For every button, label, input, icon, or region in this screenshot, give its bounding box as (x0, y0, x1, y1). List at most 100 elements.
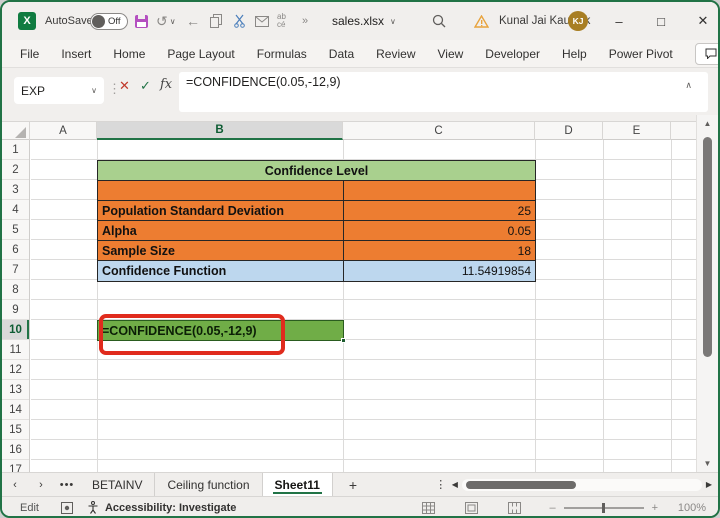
horizontal-scroll-thumb[interactable] (465, 480, 576, 489)
excel-logo-icon[interactable]: X (18, 2, 36, 40)
table-value-cell[interactable]: 25 (344, 201, 535, 220)
ribbon-tab-developer[interactable]: Developer (485, 42, 540, 66)
normal-view-icon[interactable] (422, 501, 436, 514)
zoom-level[interactable]: 100% (672, 502, 706, 514)
scroll-left-icon[interactable]: ◀ (452, 480, 458, 489)
row-header-2[interactable]: 2 (2, 160, 29, 180)
row-header-10[interactable]: 10 (2, 320, 29, 340)
save-icon[interactable] (135, 2, 148, 40)
maximize-button[interactable]: □ (646, 2, 676, 40)
ribbon-tab-view[interactable]: View (438, 42, 464, 66)
ribbon-tab-help[interactable]: Help (562, 42, 587, 66)
ribbon-tab-power-pivot[interactable]: Power Pivot (609, 42, 673, 66)
new-sheet-button[interactable]: + (333, 473, 373, 496)
ribbon-tab-review[interactable]: Review (376, 42, 415, 66)
table-value-cell[interactable] (344, 181, 535, 200)
column-header-a[interactable]: A (30, 122, 97, 140)
cells-grid[interactable]: Confidence Level Population Standard Dev… (31, 140, 696, 472)
table-row-5[interactable]: Confidence Function 11.54919854 (98, 261, 535, 281)
formula-input[interactable]: =CONFIDENCE(0.05,-12,9) ∧ (179, 72, 708, 112)
zoom-in-icon[interactable]: + (652, 502, 658, 514)
undo-icon[interactable]: ↺ ∨ (156, 2, 176, 40)
name-box[interactable]: EXP ∨ (14, 77, 104, 104)
table-row-1[interactable] (98, 181, 535, 201)
tab-options-icon[interactable]: ⋮ (434, 478, 448, 491)
copy-icon[interactable] (210, 2, 223, 40)
document-title[interactable]: sales.xlsx ∨ (332, 2, 396, 40)
select-all-corner[interactable] (2, 122, 30, 140)
zoom-slider-thumb[interactable] (601, 502, 605, 513)
column-header-b[interactable]: B (97, 122, 343, 140)
row-header-8[interactable]: 8 (2, 280, 29, 300)
close-button[interactable]: ✕ (688, 2, 718, 40)
zoom-out-icon[interactable]: – (549, 502, 555, 514)
table-label-cell[interactable] (98, 181, 344, 200)
table-label-cell[interactable]: Confidence Function (98, 261, 344, 281)
ribbon-tab-formulas[interactable]: Formulas (257, 42, 307, 66)
table-value-cell[interactable]: 11.54919854 (344, 261, 535, 281)
row-header-13[interactable]: 13 (2, 380, 29, 400)
scroll-down-icon[interactable]: ▼ (697, 459, 718, 468)
translate-icon[interactable]: ab cé (277, 2, 286, 40)
sheet-tab-betainv[interactable]: BETAINV (80, 473, 156, 496)
scroll-right-icon[interactable]: ▶ (706, 480, 712, 489)
ribbon-tab-home[interactable]: Home (113, 42, 145, 66)
row-header-9[interactable]: 9 (2, 300, 29, 320)
all-sheets-icon[interactable]: ••• (54, 473, 80, 496)
row-header-17[interactable]: 17 (2, 460, 29, 473)
sheet-tab-sheet11[interactable]: Sheet11 (262, 473, 333, 496)
vertical-scroll-thumb[interactable] (703, 137, 712, 357)
cut-icon[interactable] (233, 2, 246, 40)
row-header-7[interactable]: 7 (2, 260, 29, 280)
comments-button[interactable]: Comments (694, 42, 718, 65)
qat-overflow-icon[interactable]: » (302, 2, 308, 40)
fill-handle[interactable] (341, 338, 346, 343)
table-label-cell[interactable]: Population Standard Deviation (98, 201, 344, 220)
accessibility-icon[interactable] (87, 501, 99, 514)
table-row-3[interactable]: Alpha 0.05 (98, 221, 535, 241)
row-header-11[interactable]: 11 (2, 340, 29, 360)
table-label-cell[interactable]: Alpha (98, 221, 344, 240)
page-layout-view-icon[interactable] (465, 501, 479, 514)
search-icon[interactable] (432, 2, 446, 40)
column-header-c[interactable]: C (343, 122, 535, 140)
enter-icon[interactable]: ✓ (140, 78, 151, 94)
horizontal-scrollbar[interactable] (461, 478, 702, 491)
row-header-3[interactable]: 3 (2, 180, 29, 200)
vertical-scrollbar[interactable]: ▲ ▼ (696, 115, 718, 472)
ribbon-tab-insert[interactable]: Insert (61, 42, 91, 66)
table-row-2[interactable]: Population Standard Deviation 25 (98, 201, 535, 221)
back-icon[interactable]: ← (186, 2, 200, 40)
row-header-14[interactable]: 14 (2, 400, 29, 420)
sheet-tab-ceiling-function[interactable]: Ceiling function (155, 473, 263, 496)
column-header-e[interactable]: E (603, 122, 671, 140)
row-header-16[interactable]: 16 (2, 440, 29, 460)
table-title-cell[interactable]: Confidence Level (98, 161, 535, 181)
table-value-cell[interactable]: 18 (344, 241, 535, 260)
row-header-5[interactable]: 5 (2, 220, 29, 240)
warning-icon[interactable] (474, 2, 489, 40)
ribbon-tab-file[interactable]: File (20, 42, 39, 66)
table-label-cell[interactable]: Sample Size (98, 241, 344, 260)
row-header-12[interactable]: 12 (2, 360, 29, 380)
page-break-view-icon[interactable] (508, 501, 522, 514)
row-header-6[interactable]: 6 (2, 240, 29, 260)
row-header-15[interactable]: 15 (2, 420, 29, 440)
table-value-cell[interactable]: 0.05 (344, 221, 535, 240)
avatar[interactable]: KJ (568, 2, 588, 40)
collapse-formula-bar-icon[interactable]: ∧ (685, 80, 692, 91)
ribbon-tab-data[interactable]: Data (329, 42, 354, 66)
accessibility-status[interactable]: Accessibility: Investigate (105, 502, 236, 514)
minimize-button[interactable]: – (604, 2, 634, 40)
column-header-d[interactable]: D (535, 122, 603, 140)
mail-icon[interactable] (255, 2, 269, 40)
zoom-slider[interactable] (563, 502, 644, 513)
row-header-4[interactable]: 4 (2, 200, 29, 220)
ribbon-tab-page-layout[interactable]: Page Layout (167, 42, 234, 66)
next-sheet-icon[interactable]: › (28, 473, 54, 496)
autosave-toggle[interactable]: Off (90, 2, 128, 40)
cancel-icon[interactable]: ✕ (119, 78, 130, 94)
scroll-up-icon[interactable]: ▲ (697, 119, 718, 128)
table-row-4[interactable]: Sample Size 18 (98, 241, 535, 261)
macro-record-icon[interactable] (60, 501, 73, 514)
